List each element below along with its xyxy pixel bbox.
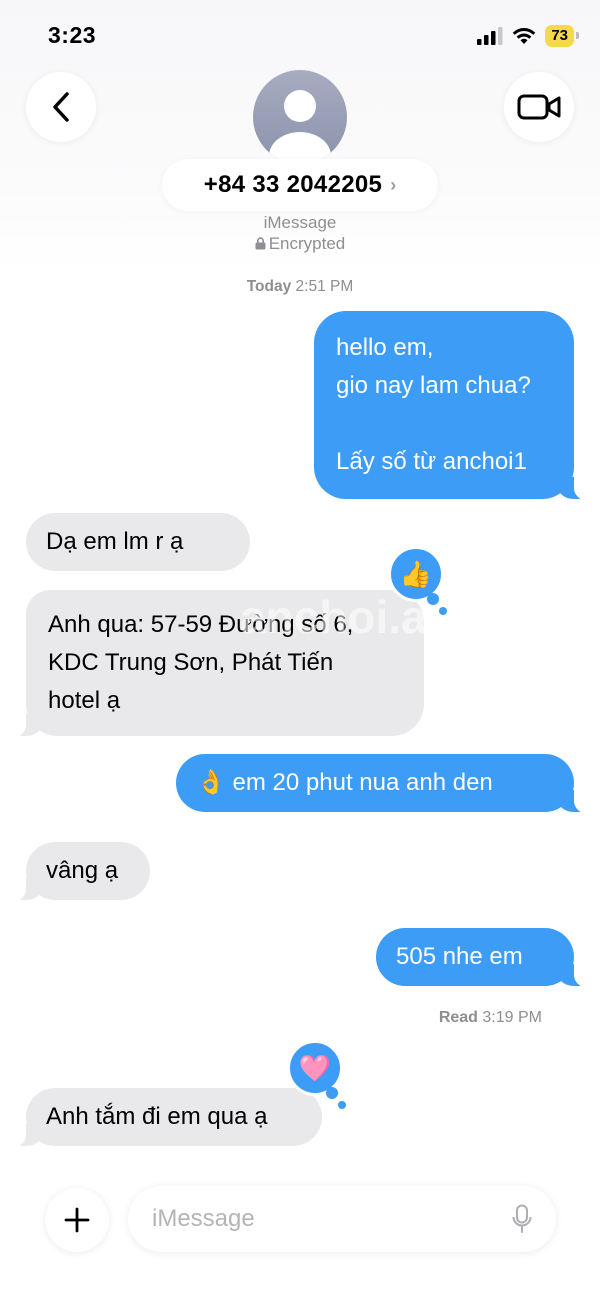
thumbs-up-icon: 👍 <box>399 559 433 589</box>
read-receipt: Read 3:19 PM <box>439 1009 542 1027</box>
chevron-right-icon: › <box>390 174 397 195</box>
timestamp-day: Today <box>246 278 292 295</box>
message-line: 👌 em 20 phut nua anh den <box>196 769 493 796</box>
timestamp-time: 2:51 PM <box>295 278 354 295</box>
wifi-icon <box>513 28 536 44</box>
message-input[interactable] <box>152 1205 512 1233</box>
message-line: gio nay lam chua? <box>336 372 531 399</box>
message-line: 505 nhe em <box>396 943 523 970</box>
contact-name: +84 33 2042205 <box>203 171 383 198</box>
back-button[interactable] <box>26 72 96 142</box>
contact-name-button[interactable]: +84 33 2042205 › <box>162 159 438 211</box>
contact-avatar[interactable] <box>253 70 347 164</box>
status-time: 3:23 <box>48 22 97 48</box>
message-line-blank <box>336 405 552 443</box>
message-bubble-outgoing[interactable]: hello em, gio nay lam chua? Lấy số từ an… <box>314 311 588 500</box>
read-time: 3:19 PM <box>482 1009 542 1026</box>
add-attachment-button[interactable] <box>45 1188 109 1252</box>
conversation-timestamp: Today 2:51 PM <box>0 278 600 296</box>
encryption-status: Encrypted <box>0 234 600 254</box>
encrypted-label: Encrypted <box>268 234 346 253</box>
message-line: vâng ạ <box>46 857 119 884</box>
chevron-left-icon <box>53 92 69 122</box>
message-line: Anh tắm đi em qua ạ <box>46 1103 268 1130</box>
plus-icon <box>64 1207 90 1233</box>
facetime-video-button[interactable] <box>504 72 574 142</box>
person-silhouette-icon <box>269 90 331 164</box>
cellular-signal-icon <box>477 27 503 45</box>
thumbs-up-reaction[interactable]: 👍 <box>388 546 447 615</box>
message-bubble-incoming[interactable]: Anh qua: 57-59 Đường số 6, KDC Trung Sơn… <box>12 590 424 737</box>
message-line: hotel ạ <box>48 687 121 714</box>
message-bubble-incoming[interactable]: Dạ em lm r ạ <box>26 513 250 571</box>
battery-icon: 73 <box>545 25 579 47</box>
message-line: hello em, <box>336 334 434 361</box>
message-bubble-outgoing[interactable]: 505 nhe em <box>376 928 588 987</box>
message-line: Lấy số từ anchoi1 <box>336 448 527 475</box>
video-camera-icon <box>517 94 561 120</box>
message-line: Anh qua: 57-59 Đường số 6, <box>48 611 354 638</box>
microphone-icon[interactable] <box>512 1204 532 1234</box>
message-bubble-outgoing[interactable]: 👌 em 20 phut nua anh den <box>176 754 588 813</box>
status-bar: 3:23 73 <box>0 0 600 70</box>
message-bubble-incoming[interactable]: vâng ạ <box>12 842 150 901</box>
message-line: Dạ em lm r ạ <box>46 528 184 555</box>
heart-reaction[interactable]: 🩷 <box>287 1040 346 1109</box>
message-line: KDC Trung Sơn, Phát Tiến <box>48 649 334 676</box>
service-label: iMessage <box>263 213 337 232</box>
message-input-container[interactable] <box>128 1186 556 1252</box>
message-bubble-incoming[interactable]: Anh tắm đi em qua ạ <box>12 1088 322 1147</box>
lock-icon <box>255 237 266 250</box>
heart-icon: 🩷 <box>298 1053 332 1083</box>
status-icons: 73 <box>477 24 579 48</box>
read-label: Read <box>438 1009 478 1026</box>
